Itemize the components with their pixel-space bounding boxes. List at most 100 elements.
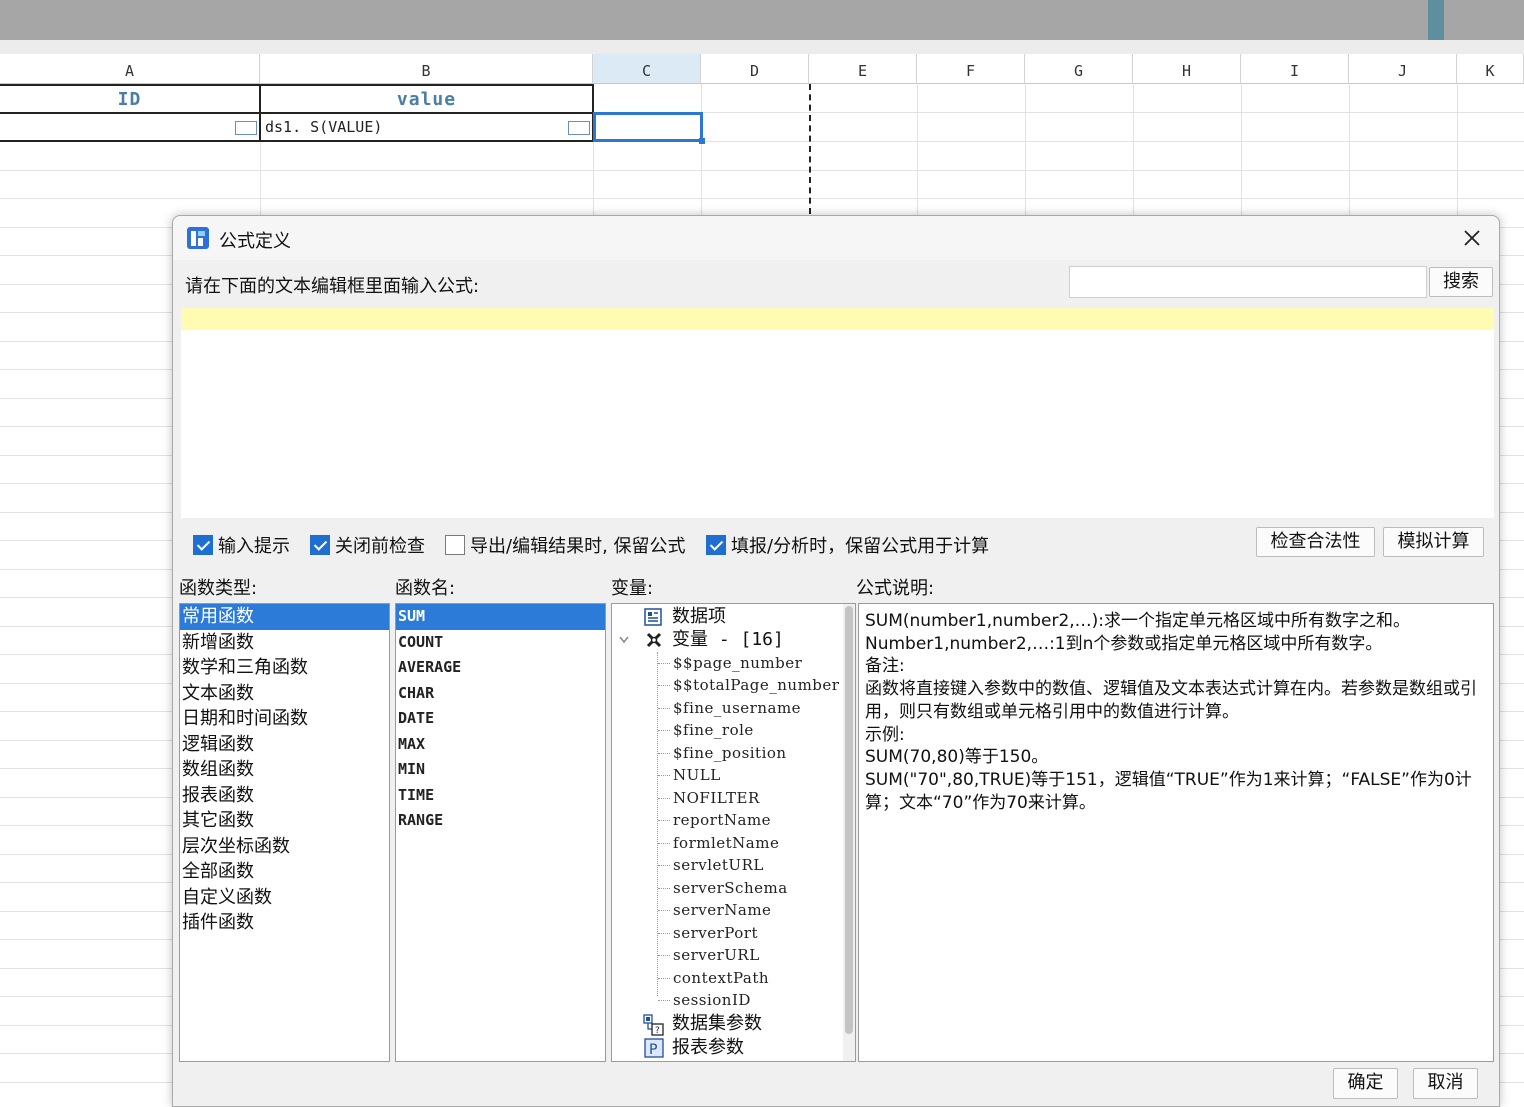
checkbox-keep-formula-export[interactable] — [445, 535, 465, 555]
selected-cell-c2[interactable] — [593, 112, 705, 144]
tree-label: serverName — [673, 901, 772, 919]
option-label: 填报/分析时，保留公式用于计算 — [731, 536, 990, 557]
tree-node-variable[interactable]: serverSchema — [612, 877, 842, 899]
tree-node-variable[interactable]: $fine_position — [612, 742, 842, 764]
column-header-f[interactable]: F — [917, 54, 1025, 84]
option-keep-formula-export[interactable]: 导出/编辑结果时, 保留公式 — [445, 533, 686, 557]
tree-node-variable[interactable]: $$totalPage_number — [612, 674, 842, 696]
tree-node-variable[interactable]: serverURL — [612, 944, 842, 966]
search-input[interactable] — [1069, 266, 1427, 298]
checkbox-input-hint[interactable] — [193, 535, 213, 555]
column-header-j[interactable]: J — [1349, 54, 1457, 84]
desc-line: 备注: — [865, 656, 905, 677]
list-item[interactable]: 逻辑函数 — [180, 732, 389, 758]
variable-tree[interactable]: 数据项 变量 - [16] $$page_number $$totalPage_… — [611, 603, 856, 1062]
column-header-k[interactable]: K — [1457, 54, 1524, 84]
svg-text:?: ? — [655, 1026, 660, 1036]
cell-b1-value-header[interactable]: value — [259, 84, 594, 114]
list-item[interactable]: 常用函数 — [180, 604, 389, 630]
func-name-list[interactable]: SUM COUNT AVERAGE CHAR DATE MAX MIN TIME… — [395, 603, 606, 1062]
tree-node-variable[interactable]: serverPort — [612, 922, 842, 944]
fill-handle[interactable] — [699, 138, 705, 144]
list-item[interactable]: 全部函数 — [180, 859, 389, 885]
search-button[interactable]: 搜索 — [1429, 267, 1493, 297]
column-header-a[interactable]: A — [0, 54, 260, 84]
column-header-h[interactable]: H — [1133, 54, 1241, 84]
desc-line: SUM("70",80,TRUE)等于151，逻辑值“TRUE”作为1来计算；“… — [865, 769, 1472, 813]
column-header-g[interactable]: G — [1025, 54, 1133, 84]
cell-expand-marker — [235, 121, 257, 135]
variable-label: 变量: — [611, 578, 654, 599]
close-icon[interactable] — [1459, 225, 1485, 251]
list-item[interactable]: SUM — [396, 604, 605, 630]
tree-node-dataset-params[interactable]: ? 数据集参数 — [612, 1013, 842, 1036]
list-item[interactable]: 数学和三角函数 — [180, 655, 389, 681]
tree-node-variable[interactable]: NOFILTER — [612, 787, 842, 809]
tree-label: formletName — [673, 834, 780, 852]
cell-b2[interactable]: ds1. S(VALUE) — [259, 112, 594, 142]
list-item[interactable]: 报表函数 — [180, 783, 389, 809]
simulate-calc-button[interactable]: 模拟计算 — [1383, 527, 1484, 557]
list-item[interactable]: MIN — [396, 757, 605, 783]
list-item[interactable]: 日期和时间函数 — [180, 706, 389, 732]
option-check-before-close[interactable]: 关闭前检查 — [310, 533, 425, 557]
cell-a2[interactable] — [0, 112, 261, 142]
list-item[interactable]: CHAR — [396, 681, 605, 707]
list-item[interactable]: 插件函数 — [180, 910, 389, 936]
list-item[interactable]: DATE — [396, 706, 605, 732]
tree-node-data-items[interactable]: 数据项 — [612, 606, 842, 628]
check-validity-button[interactable]: 检查合法性 — [1256, 527, 1375, 557]
toolbar-gap — [0, 40, 1524, 54]
list-item[interactable]: 其它函数 — [180, 808, 389, 834]
desc-line: SUM(70,80)等于150。 — [865, 747, 1049, 768]
list-item[interactable]: 数组函数 — [180, 757, 389, 783]
tree-node-variables[interactable]: 变量 - [16] — [612, 629, 842, 651]
list-item[interactable]: 文本函数 — [180, 681, 389, 707]
column-header-e[interactable]: E — [809, 54, 917, 84]
cell-a1-id-header[interactable]: ID — [0, 84, 261, 114]
column-header-i[interactable]: I — [1241, 54, 1349, 84]
list-item[interactable]: RANGE — [396, 808, 605, 834]
tree-node-variable[interactable]: contextPath — [612, 967, 842, 989]
list-item[interactable]: 自定义函数 — [180, 885, 389, 911]
dialog-titlebar[interactable]: 公式定义 — [173, 216, 1499, 260]
toolbar-accent-tab[interactable] — [1428, 0, 1444, 40]
scrollbar-thumb[interactable] — [845, 606, 853, 1034]
option-keep-formula-fill[interactable]: 填报/分析时，保留公式用于计算 — [706, 533, 989, 557]
tree-node-variable[interactable]: serverName — [612, 899, 842, 921]
tree-label: $fine_position — [673, 744, 787, 762]
list-item[interactable]: COUNT — [396, 630, 605, 656]
ok-button[interactable]: 确定 — [1333, 1068, 1398, 1099]
list-item[interactable]: 层次坐标函数 — [180, 834, 389, 860]
tree-label: contextPath — [673, 969, 770, 987]
formula-editor[interactable] — [181, 308, 1494, 518]
column-header-d[interactable]: D — [701, 54, 809, 84]
list-item[interactable]: 新增函数 — [180, 630, 389, 656]
tree-node-variable[interactable]: $fine_username — [612, 697, 842, 719]
tree-node-variable[interactable]: NULL — [612, 764, 842, 786]
expand-arrow-icon[interactable] — [619, 636, 629, 644]
desc-line: 示例: — [865, 724, 905, 745]
list-item[interactable]: MAX — [396, 732, 605, 758]
tree-node-variable[interactable]: formletName — [612, 832, 842, 854]
tree-node-variable[interactable]: reportName — [612, 809, 842, 831]
checkbox-check-before-close[interactable] — [310, 535, 330, 555]
tree-scrollbar[interactable] — [843, 604, 855, 1061]
tree-node-variable[interactable]: $$page_number — [612, 652, 842, 674]
func-type-label: 函数类型: — [179, 578, 258, 599]
list-item[interactable]: TIME — [396, 783, 605, 809]
cancel-button[interactable]: 取消 — [1413, 1068, 1478, 1099]
column-header-b[interactable]: B — [260, 54, 593, 84]
tree-label: 数据项 — [672, 606, 726, 627]
tree-node-variable[interactable]: sessionID — [612, 989, 842, 1011]
tree-node-report-params[interactable]: P 报表参数 — [612, 1037, 842, 1059]
tree-node-variable[interactable]: $fine_role — [612, 719, 842, 741]
dialog-title: 公式定义 — [219, 231, 291, 252]
option-input-hint[interactable]: 输入提示 — [193, 533, 290, 557]
tree-node-variable[interactable]: servletURL — [612, 854, 842, 876]
func-type-list[interactable]: 常用函数 新增函数 数学和三角函数 文本函数 日期和时间函数 逻辑函数 数组函数… — [179, 603, 390, 1062]
checkbox-keep-formula-fill[interactable] — [706, 535, 726, 555]
column-header-c[interactable]: C — [593, 54, 701, 84]
list-item[interactable]: AVERAGE — [396, 655, 605, 681]
option-label: 导出/编辑结果时, 保留公式 — [470, 536, 686, 557]
